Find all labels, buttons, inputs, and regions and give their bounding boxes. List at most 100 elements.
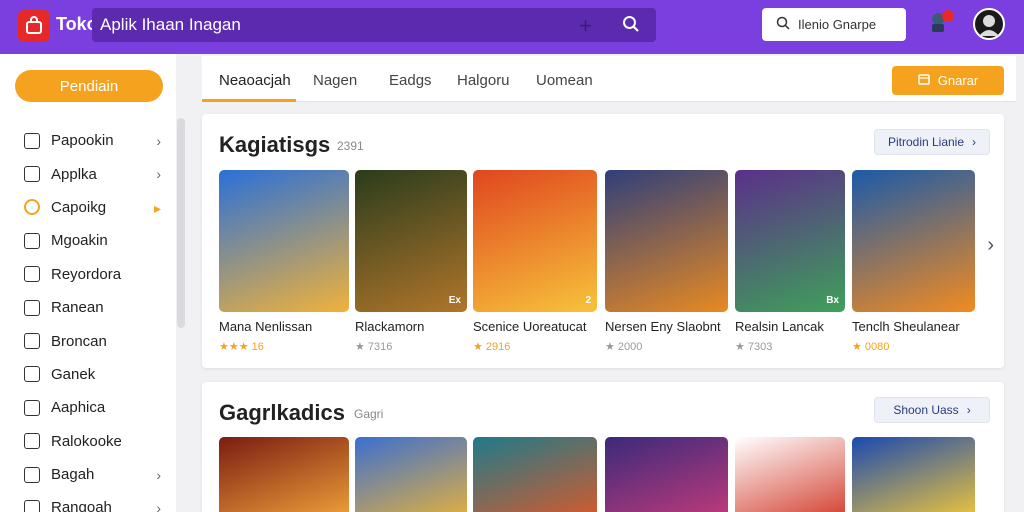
chevron-right-icon: ▸ (153, 199, 161, 216)
sidebar-item-label: Applka (51, 165, 97, 183)
gamepad-icon (24, 366, 40, 383)
plus-icon[interactable]: + (579, 13, 592, 39)
card-badge: Bx (826, 295, 839, 306)
sidebar-item-9[interactable]: Ralokooke (0, 425, 176, 458)
card-badge: Ex (448, 295, 461, 306)
tab-1[interactable]: Nagen (313, 72, 357, 89)
check-square-icon (24, 132, 40, 149)
top-search-button[interactable]: Ilenio Gnarpe (762, 8, 906, 41)
sidebar-item-10[interactable]: Bagah › (0, 458, 176, 491)
game-artwork[interactable] (735, 437, 845, 512)
sidebar-item-label: Ganek (51, 365, 96, 383)
sidebar-item-0[interactable]: Papookin › (0, 124, 176, 157)
app-card[interactable]: 2 Scenice Uoreatucat ★ 2916 (473, 170, 597, 353)
calendar-icon (918, 73, 930, 88)
card-rating: ★ 0080 (852, 341, 890, 353)
game-artwork[interactable] (219, 437, 349, 512)
app-card[interactable] (355, 437, 467, 512)
app-card[interactable] (605, 437, 728, 512)
chevron-right-icon: › (156, 500, 161, 512)
section-title: Kagiatisgs (219, 132, 331, 157)
card-title: Rlackamorn (355, 319, 425, 334)
card-rating: ★ 7303 (735, 341, 773, 353)
card-badge: 2 (585, 295, 591, 306)
document-icon (24, 399, 40, 416)
avatar[interactable] (973, 8, 1005, 40)
tab-bar: Neaoacjah Nagen Eadgs Halgoru Uomean Gna… (202, 56, 1016, 102)
card-rating: ★ 7316 (355, 341, 393, 353)
search-icon[interactable] (622, 15, 640, 38)
sidebar-item-8[interactable]: Aaphica (0, 391, 176, 424)
sidebar-item-label: Rangoah (51, 499, 112, 512)
tab-2[interactable]: Eadgs (389, 72, 432, 89)
search-input[interactable]: Aplik Ihaan Inagan (100, 15, 241, 35)
sidebar-item-1[interactable]: Applka › (0, 157, 176, 190)
game-artwork[interactable]: Ex (355, 170, 467, 312)
card-title: Tenclh Sheulanear (852, 319, 960, 334)
sidebar-item-label: Papookin (51, 132, 114, 150)
game-artwork[interactable]: 2 (473, 170, 597, 312)
tab-action-button[interactable]: Gnarar (892, 66, 1004, 95)
sidebar-item-5[interactable]: Ranean (0, 291, 176, 324)
game-artwork[interactable] (473, 437, 597, 512)
circle-icon (24, 199, 40, 216)
sidebar-item-6[interactable]: Broncan (0, 324, 176, 357)
tab-3[interactable]: Halgoru (457, 72, 510, 89)
sidebar-list: Papookin › Applka › Capoikg ▸ Mgoakin Reyor… (0, 124, 176, 512)
game-artwork[interactable] (605, 170, 728, 312)
section-games: Gagrlkadics Gagri Shoon Uass › (202, 382, 1004, 512)
section-title: Gagrlkadics (219, 400, 345, 425)
app-card[interactable] (735, 437, 845, 512)
sidebar-item-label: Capoikg (51, 198, 107, 216)
see-all-label: Shoon Uass (893, 403, 959, 417)
chevron-right-icon: › (156, 466, 161, 483)
app-card[interactable]: Mana Nenlissan ★★★ 16 (219, 170, 349, 353)
see-all-button[interactable]: Shoon Uass › (874, 397, 990, 423)
square-icon (24, 466, 40, 483)
card-title: Mana Nenlissan (219, 319, 313, 334)
sidebar-item-label: Ralokooke (51, 432, 122, 450)
sidebar-item-2[interactable]: Capoikg ▸ (0, 191, 176, 224)
sidebar-item-7[interactable]: Ganek (0, 358, 176, 391)
card-rating: ★★★ 16 (219, 341, 264, 353)
tab-0[interactable]: Neaoacjah (219, 72, 291, 89)
sidebar-item-label: Bagah (51, 466, 95, 484)
tab-4[interactable]: Uomean (536, 72, 593, 89)
see-all-label: Pitrodin Lianie (887, 135, 965, 149)
tag-icon (24, 433, 40, 450)
game-artwork[interactable]: Bx (735, 170, 845, 312)
app-card[interactable]: Tenclh Sheulanear ★ 0080 (852, 170, 975, 353)
search-bar[interactable]: Aplik Ihaan Inagan + (92, 8, 656, 42)
tab-action-label: Gnarar (937, 73, 979, 88)
chevron-right-icon[interactable]: › (987, 234, 994, 257)
sidebar-item-label: Mgoakin (51, 232, 108, 250)
app-card[interactable]: Nersen Eny Slaobnt ★ 2000 (605, 170, 728, 353)
game-artwork[interactable] (852, 437, 975, 512)
notification-button[interactable] (928, 10, 954, 38)
game-artwork[interactable] (605, 437, 728, 512)
notification-badge (942, 10, 954, 22)
sidebar-item-3[interactable]: Mgoakin (0, 224, 176, 257)
top-bar: Toko Aplik Ihaan Inagan + Ilenio Gnarpe (0, 0, 1024, 54)
card-rating: ★ 2916 (473, 341, 511, 353)
game-artwork[interactable] (355, 437, 467, 512)
card-title: Scenice Uoreatucat (473, 319, 587, 334)
app-card[interactable] (473, 437, 597, 512)
bag-icon (26, 16, 42, 34)
chevron-right-icon: › (972, 135, 977, 149)
sidebar-item-4[interactable]: Reyordora (0, 258, 176, 291)
app-card[interactable] (219, 437, 349, 512)
app-card[interactable]: Ex Rlackamorn ★ 7316 (355, 170, 467, 353)
dashboard-icon (24, 232, 40, 249)
chevron-right-icon: › (966, 403, 971, 417)
app-card[interactable] (852, 437, 975, 512)
sidebar-item-11[interactable]: Rangoah › (0, 491, 176, 512)
app-logo[interactable] (18, 10, 50, 42)
sidebar-primary-button[interactable]: Pendiain (15, 70, 163, 102)
game-artwork[interactable] (219, 170, 349, 312)
see-all-button[interactable]: Pitrodin Lianie › (874, 129, 990, 155)
sidebar-scrollbar[interactable] (177, 118, 185, 328)
app-card[interactable]: Bx Realsin Lancak ★ 7303 (735, 170, 845, 353)
game-artwork[interactable] (852, 170, 975, 312)
chevron-right-icon: › (156, 133, 161, 149)
